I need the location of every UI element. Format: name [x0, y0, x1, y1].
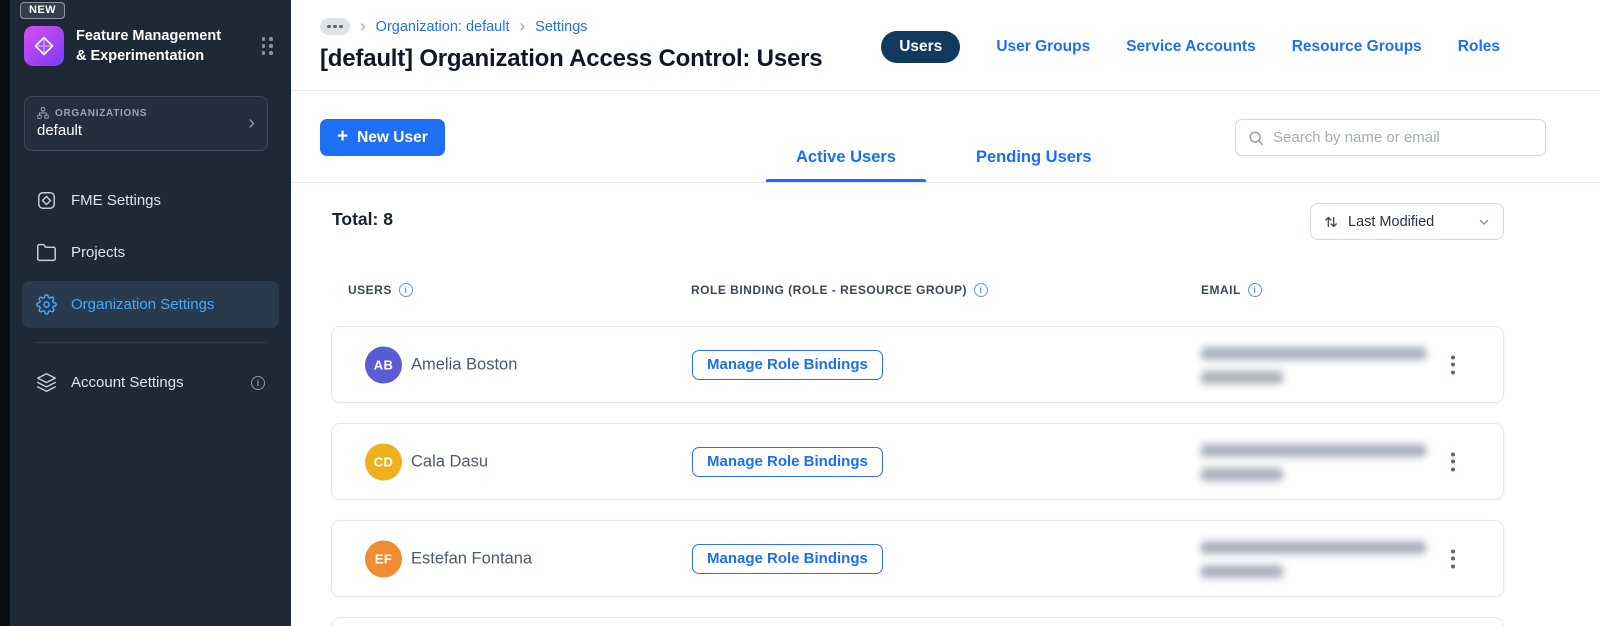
apps-grid-icon[interactable]	[258, 33, 278, 59]
sidebar-item-label: FME Settings	[71, 192, 162, 209]
folder-icon	[37, 243, 56, 262]
info-icon[interactable]: i	[398, 283, 413, 297]
row-menu-kebab-icon[interactable]	[1447, 351, 1459, 378]
new-badge: NEW	[20, 2, 65, 19]
chevron-right-icon: ›	[360, 16, 366, 35]
app-title: Feature Management & Experimentation	[76, 28, 222, 64]
sidebar-item-label: Projects	[71, 244, 126, 261]
email-redacted	[1201, 440, 1436, 484]
manage-role-bindings-button[interactable]: Manage Role Bindings	[692, 446, 883, 477]
breadcrumb: › Organization: default › Settings	[320, 17, 588, 36]
search-box[interactable]	[1235, 119, 1546, 156]
table-row-partial	[331, 617, 1504, 626]
sort-arrows-icon	[1325, 216, 1337, 227]
tab-user-groups[interactable]: User Groups	[996, 38, 1090, 56]
info-icon[interactable]: i	[974, 283, 989, 297]
avatar: EF	[365, 540, 402, 577]
sidebar-item-organization-settings[interactable]: Organization Settings	[22, 281, 279, 328]
sidebar-item-fme-settings[interactable]: FME Settings	[22, 177, 279, 224]
chevron-right-icon: ›	[248, 111, 255, 134]
user-name: Estefan Fontana	[411, 549, 533, 567]
user-state-tabs: Active Users Pending Users	[766, 91, 1122, 182]
layers-icon	[37, 373, 56, 392]
sidebar-item-label: Account Settings	[71, 374, 184, 391]
sort-label: Last Modified	[1348, 213, 1435, 230]
table-row: AB Amelia Boston Manage Role Bindings	[331, 326, 1504, 403]
avatar: AB	[365, 346, 402, 383]
org-selector-label: ORGANIZATIONS	[55, 107, 148, 119]
tab-active-users[interactable]: Active Users	[766, 148, 926, 182]
sidebar: NEW Feature Management & Experimentation…	[10, 0, 291, 626]
org-selector-label-row: ORGANIZATIONS	[37, 107, 255, 119]
app-logo	[24, 26, 64, 66]
manage-role-bindings-button[interactable]: Manage Role Bindings	[692, 349, 883, 380]
email-redacted	[1201, 537, 1436, 581]
page-title: [default] Organization Access Control: U…	[320, 45, 823, 72]
column-header-role-binding: ROLE BINDING (ROLE - RESOURCE GROUP) i	[691, 283, 989, 297]
row-menu-kebab-icon[interactable]	[1447, 545, 1459, 572]
left-edge-strip	[0, 0, 10, 626]
gear-icon	[36, 294, 57, 315]
column-label: ROLE BINDING (ROLE - RESOURCE GROUP)	[691, 283, 968, 297]
user-name: Amelia Boston	[411, 355, 518, 373]
search-input[interactable]	[1273, 129, 1533, 146]
org-selector-value: default	[37, 122, 83, 139]
chevron-down-icon	[1479, 219, 1489, 225]
org-sitemap-icon	[37, 107, 49, 119]
tab-users[interactable]: Users	[881, 31, 961, 63]
diamond-icon	[34, 36, 54, 56]
new-user-button[interactable]: + New User	[320, 119, 445, 156]
column-header-users: USERS i	[348, 283, 413, 297]
divider	[291, 182, 1600, 183]
sidebar-item-account-settings[interactable]: Account Settings i	[22, 359, 279, 406]
email-redacted	[1201, 343, 1436, 387]
organization-selector[interactable]: ORGANIZATIONS default ›	[24, 96, 268, 151]
row-menu-kebab-icon[interactable]	[1447, 448, 1459, 475]
column-header-email: EMAIL i	[1201, 283, 1262, 297]
user-name: Cala Dasu	[411, 452, 489, 470]
table-row: CD Cala Dasu Manage Role Bindings	[331, 423, 1504, 500]
breadcrumb-link-settings[interactable]: Settings	[535, 19, 587, 35]
breadcrumb-ellipsis-button[interactable]	[320, 18, 350, 35]
total-count: Total: 8	[332, 209, 393, 229]
table-row: EF Estefan Fontana Manage Role Bindings	[331, 520, 1504, 597]
main-content: › Organization: default › Settings [defa…	[291, 0, 1600, 626]
info-icon[interactable]: i	[251, 375, 265, 390]
sort-dropdown[interactable]: Last Modified	[1310, 203, 1504, 240]
plus-icon: +	[337, 126, 349, 147]
new-user-button-label: New User	[357, 128, 428, 146]
breadcrumb-link-organization[interactable]: Organization: default	[376, 19, 510, 35]
avatar: CD	[365, 443, 402, 480]
sidebar-nav: FME Settings Projects Organization Setti…	[10, 177, 291, 328]
info-icon[interactable]: i	[1247, 283, 1262, 297]
access-control-tabs: Users User Groups Service Accounts Resou…	[881, 31, 1500, 63]
manage-role-bindings-button[interactable]: Manage Role Bindings	[692, 543, 883, 574]
sidebar-item-projects[interactable]: Projects	[22, 229, 279, 276]
sidebar-item-label: Organization Settings	[71, 296, 215, 313]
fme-logo-icon	[38, 192, 55, 209]
tab-roles[interactable]: Roles	[1458, 38, 1500, 56]
sidebar-divider	[34, 342, 267, 343]
column-label: USERS	[348, 283, 392, 297]
tab-pending-users[interactable]: Pending Users	[946, 148, 1122, 182]
column-label: EMAIL	[1201, 283, 1241, 297]
search-icon	[1249, 130, 1264, 145]
tab-service-accounts[interactable]: Service Accounts	[1126, 38, 1256, 56]
tab-resource-groups[interactable]: Resource Groups	[1292, 38, 1422, 56]
chevron-right-icon: ›	[519, 16, 526, 35]
